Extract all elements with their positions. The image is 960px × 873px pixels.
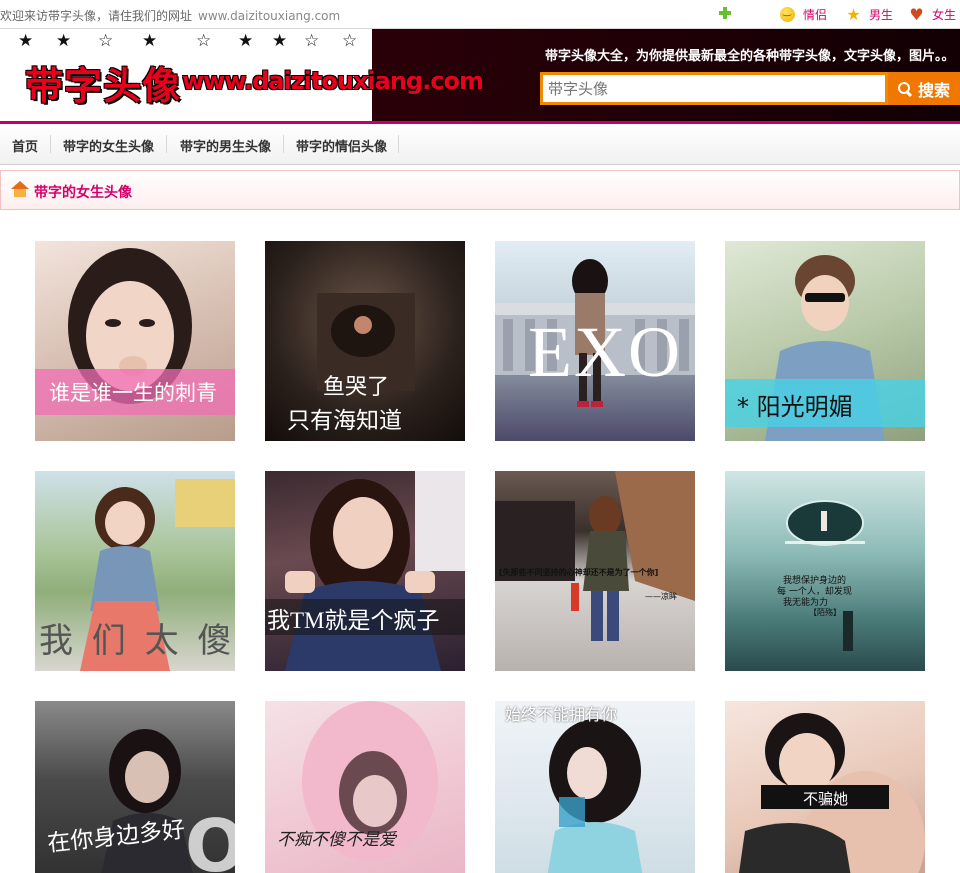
- nav-divider: [398, 135, 399, 153]
- top-link-couple[interactable]: 情侣: [780, 6, 827, 23]
- avatar-caption-line2: 只有海知道: [287, 408, 402, 434]
- avatar-image: [285, 471, 465, 671]
- add-favorite-icon[interactable]: [718, 6, 732, 20]
- avatar-thumbnail[interactable]: [失那些不同坚持的心神却还不是为了一个你] ——凉眸: [495, 471, 695, 671]
- top-link-label: 女生: [932, 8, 957, 22]
- avatar-caption-line2: ——凉眸: [645, 592, 677, 601]
- site-slogan: 带字头像大全，为你提供最新最全的各种带字头像，文字头像，图片。。: [545, 49, 955, 64]
- top-link-label: 男生: [869, 8, 894, 22]
- star-icon: ★: [18, 31, 34, 51]
- star-icon: ★: [238, 31, 254, 51]
- nav-divider: [283, 135, 284, 153]
- star-icon: ★: [272, 31, 288, 51]
- welcome-text: 欢迎来访带字头像，请住我们的网址 www.daizitouxiang.com: [0, 7, 340, 24]
- avatar-thumbnail[interactable]: 鱼哭了 只有海知道: [265, 241, 465, 441]
- search-input[interactable]: [540, 72, 888, 105]
- search-icon: [897, 81, 912, 96]
- avatar-thumbnail[interactable]: * 阳光明媚: [725, 241, 925, 441]
- top-bar: 欢迎来访带字头像，请住我们的网址 www.daizitouxiang.com 情侣…: [0, 0, 960, 29]
- site-logo[interactable]: ★ ★ ☆ ★ ☆ ★ ★ ☆ ☆ 带字头像 www.daizitouxiang…: [0, 29, 484, 121]
- section-title: 带字的女生头像: [34, 185, 132, 201]
- avatar-thumbnail[interactable]: 始终不能拥有你: [495, 701, 695, 873]
- avatar-caption: 鱼哭了: [323, 375, 390, 400]
- site-url: www.daizitouxiang.com: [198, 9, 341, 23]
- avatar-thumbnail[interactable]: EXO: [495, 241, 695, 441]
- search-button-label: 搜索: [917, 80, 950, 100]
- avatar-caption: 不骗她: [803, 790, 849, 808]
- avatar-caption: 谁是谁一生的刺青: [49, 381, 217, 405]
- avatar-caption: 始终不能拥有你: [505, 705, 618, 724]
- star-outline-icon: ☆: [196, 31, 212, 51]
- avatar-caption: [失那些不同坚持的心神却还不是为了一个你]: [499, 568, 659, 577]
- avatar-caption: 我 们 太 傻: [39, 621, 235, 661]
- avatar-thumbnail[interactable]: O 在你身边多好: [35, 701, 235, 873]
- nav-item-girls[interactable]: 带字的女生头像: [63, 136, 154, 155]
- avatar-thumbnail[interactable]: 不痴不傻不是爱: [265, 701, 465, 873]
- search-bar: 搜索: [540, 72, 960, 105]
- home-icon[interactable]: [11, 181, 29, 197]
- top-link-label: 情侣: [803, 8, 828, 22]
- avatar-caption: * 阳光明媚: [737, 393, 853, 421]
- star-outline-icon: ☆: [342, 31, 358, 51]
- breadcrumb: 带字的女生头像: [0, 170, 960, 210]
- nav-item-couples[interactable]: 带字的情侣头像: [296, 136, 387, 155]
- nav-item-boys[interactable]: 带字的男生头像: [180, 136, 271, 155]
- avatar-thumbnail[interactable]: 我TM就是个疯子: [265, 471, 465, 671]
- logo-text-cn: 带字头像: [25, 64, 182, 108]
- nav-divider: [166, 135, 167, 153]
- avatar-caption: 我TM就是个疯子: [267, 608, 440, 633]
- nav-divider: [50, 135, 51, 153]
- search-button[interactable]: 搜索: [888, 72, 960, 105]
- avatar-caption: EXO: [528, 312, 682, 392]
- avatar-image: [785, 500, 865, 651]
- star-icon: ★: [56, 31, 72, 51]
- avatar-thumbnail[interactable]: 不骗她: [725, 701, 925, 873]
- heart-icon: ♥: [909, 5, 924, 24]
- star-icon: ★: [142, 31, 158, 51]
- logo-stars: ★ ★ ☆ ★ ☆ ★ ★ ☆ ☆: [14, 31, 364, 51]
- nav-item-home[interactable]: 首页: [12, 136, 38, 155]
- main-nav: 首页 带字的女生头像 带字的男生头像 带字的情侣头像: [0, 124, 960, 165]
- welcome-message: 欢迎来访带字头像，请住我们的网址: [0, 9, 193, 23]
- star-outline-icon: ☆: [98, 31, 114, 51]
- page: 欢迎来访带字头像，请住我们的网址 www.daizitouxiang.com 情侣…: [0, 0, 960, 873]
- avatar-caption-line4: 【陌殇】: [809, 608, 841, 617]
- star-outline-icon: ☆: [304, 31, 320, 51]
- avatar-thumbnail[interactable]: 我想保护身边的 每 一个人，却发现 我无能为力 【陌殇】: [725, 471, 925, 671]
- avatar-thumbnail[interactable]: 谁是谁一生的刺青: [35, 241, 235, 441]
- avatar-caption: 不痴不傻不是爱: [277, 830, 396, 850]
- smile-icon: [780, 6, 795, 22]
- svg-text:O: O: [185, 804, 235, 873]
- site-header: ★ ★ ☆ ★ ☆ ★ ★ ☆ ☆ 带字头像 www.daizitouxiang…: [0, 29, 960, 124]
- logo-text-en: www.daizitouxiang.com: [182, 67, 484, 95]
- avatar-image: [547, 719, 643, 873]
- top-link-girls[interactable]: ♥ 女生: [909, 6, 956, 23]
- avatar-thumbnail[interactable]: 我 们 太 傻: [35, 471, 235, 671]
- star-icon: ★: [846, 5, 861, 24]
- top-link-boys[interactable]: ★ 男生: [846, 6, 893, 23]
